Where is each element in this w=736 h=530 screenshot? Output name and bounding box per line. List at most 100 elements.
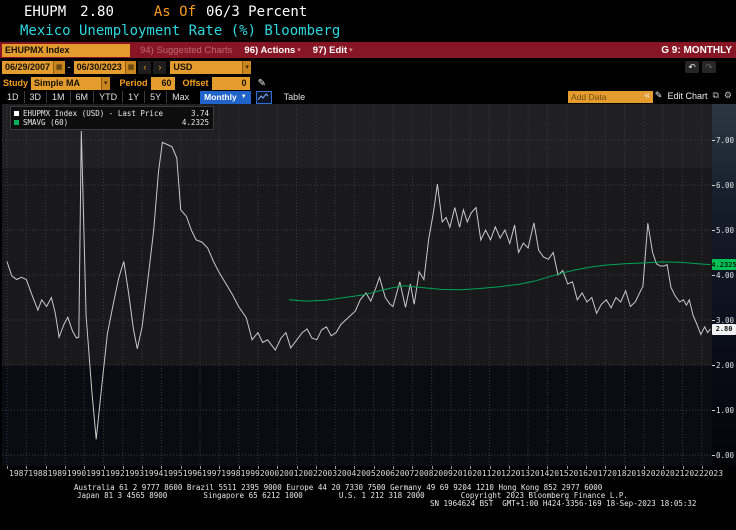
x-axis-year-label: 2020 — [646, 469, 665, 478]
security-input[interactable]: EHUPMX Index — [2, 44, 130, 57]
legend-value: 3.74 — [175, 109, 209, 118]
offset-label: Offset — [183, 78, 209, 88]
tick-mark — [663, 466, 664, 469]
ticker-price: 2.80 — [80, 4, 114, 20]
tick-mark — [316, 466, 317, 469]
chevron-right-icon[interactable]: › — [153, 61, 166, 74]
tick-mark — [277, 466, 278, 469]
date-range-separator: - — [68, 62, 71, 72]
tick-mark — [712, 320, 715, 321]
tick-mark — [123, 466, 124, 469]
y-axis-tick-label: 5.00 — [712, 226, 736, 235]
range-tab-1y[interactable]: 1Y — [123, 91, 145, 103]
pop-out-window-icon[interactable]: ⧉ — [712, 90, 718, 101]
x-axis-year-label: 2007 — [395, 469, 414, 478]
x-axis-year-label: 1995 — [163, 469, 182, 478]
line-chart-icon[interactable] — [256, 91, 272, 104]
tick-mark — [142, 466, 143, 469]
tick-mark — [26, 466, 27, 469]
range-tab-max[interactable]: Max — [167, 91, 194, 103]
tick-mark — [712, 455, 715, 456]
tick-mark — [470, 466, 471, 469]
x-axis-year-label: 1990 — [67, 469, 86, 478]
x-axis-year-label: 1988 — [28, 469, 47, 478]
legend-row: EHUPMX Index (USD) - Last Price 3.74 — [14, 109, 209, 118]
offset-input[interactable]: 0 — [212, 77, 250, 90]
x-axis-year-label: 2002 — [299, 469, 318, 478]
range-tab-3d[interactable]: 3D — [25, 91, 48, 103]
table-tab[interactable]: Table — [284, 92, 306, 102]
bloomberg-terminal-window: EHUPM2.80As Of06/3 Percent Mexico Unempl… — [0, 0, 736, 530]
undo-icon[interactable]: ↶ — [685, 61, 699, 73]
calendar-icon[interactable]: ▦ — [53, 61, 65, 74]
redo-icon[interactable]: ↷ — [702, 61, 716, 73]
x-axis-year-label: 2021 — [665, 469, 684, 478]
tick-mark — [702, 466, 703, 469]
as-of-value: 06/3 Percent — [206, 4, 307, 20]
date-from-input[interactable]: 06/29/2007 — [2, 61, 53, 74]
pencil-icon[interactable]: ✎ — [258, 78, 266, 89]
x-axis-year-label: 2004 — [337, 469, 356, 478]
date-to-input[interactable]: 06/30/2023 — [74, 61, 125, 74]
y-axis-tick-label: 1.00 — [712, 406, 736, 415]
chevron-left-icon[interactable]: ‹ — [138, 61, 151, 74]
x-axis-year-label: 2018 — [607, 469, 626, 478]
actions-menu[interactable]: 96) Actions — [244, 45, 295, 56]
x-axis-year-label: 2014 — [530, 469, 549, 478]
tick-mark — [239, 466, 240, 469]
dropdown-arrow-icon: ▼ — [241, 94, 247, 100]
tick-mark — [712, 185, 715, 186]
tick-mark — [354, 466, 355, 469]
command-bar: EHUPMX Index 94) Suggested Charts 96) Ac… — [0, 42, 736, 58]
x-axis-year-label: 1996 — [183, 469, 202, 478]
x-axis-year-label: 2011 — [472, 469, 491, 478]
dropdown-arrow-icon[interactable]: ▾ — [101, 77, 110, 90]
range-tab-5y[interactable]: 5Y — [145, 91, 167, 103]
page-title: Mexico Unemployment Rate (%) Bloomberg — [20, 23, 340, 39]
x-axis-year-label: 1997 — [202, 469, 221, 478]
edit-menu[interactable]: 97) Edit — [313, 45, 347, 56]
currency-select[interactable]: USD — [170, 61, 242, 74]
study-label: Study — [3, 78, 28, 88]
tick-mark — [509, 466, 510, 469]
suggested-charts-menu[interactable]: 94) Suggested Charts — [140, 45, 232, 56]
calendar-icon[interactable]: ▦ — [125, 61, 137, 74]
last-value-badge: 2.80 — [712, 324, 736, 335]
x-axis-year-label: 2001 — [279, 469, 298, 478]
tick-mark — [104, 466, 105, 469]
range-toolbar: 1D3D1M6MYTD1Y5YMax Monthly▼ Table Add Da… — [0, 90, 736, 104]
pencil-icon: ✎ — [655, 90, 663, 101]
tick-mark — [644, 466, 645, 469]
tick-mark — [374, 466, 375, 469]
legend-label: EHUPMX Index (USD) - Last Price — [23, 109, 175, 118]
chart-plot-area[interactable]: EHUPMX Index (USD) - Last Price 3.74 SMA… — [2, 104, 712, 466]
tick-mark — [7, 466, 8, 469]
study-select[interactable]: Simple MA — [31, 77, 101, 90]
range-tab-1d[interactable]: 1D — [2, 91, 25, 103]
footer-session-info: SN 1964624 BST GMT+1:00 H424-3356-169 18… — [430, 499, 696, 508]
collapse-icon[interactable]: « — [644, 90, 650, 101]
tick-mark — [432, 466, 433, 469]
legend-value: 4.2325 — [175, 118, 209, 127]
price-chart — [2, 104, 712, 466]
x-axis-year-label: 2019 — [627, 469, 646, 478]
tick-mark — [297, 466, 298, 469]
range-tab-6m[interactable]: 6M — [71, 91, 95, 103]
tick-mark — [586, 466, 587, 469]
x-axis-year-label: 1998 — [221, 469, 240, 478]
legend-row: SMAVG (60) 4.2325 — [14, 118, 209, 127]
as-of-label: As Of — [154, 4, 196, 20]
gear-icon[interactable]: ⚙ — [724, 90, 732, 101]
frequency-select[interactable]: Monthly▼ — [200, 91, 251, 104]
edit-chart-button[interactable]: Edit Chart — [667, 91, 707, 101]
range-tab-ytd[interactable]: YTD — [94, 91, 123, 103]
tick-mark — [712, 365, 715, 366]
tick-mark — [605, 466, 606, 469]
y-axis-tick-label: 0.00 — [712, 451, 736, 460]
x-axis-year-label: 2010 — [453, 469, 472, 478]
add-data-input[interactable]: Add Data — [568, 91, 653, 103]
dropdown-arrow-icon[interactable]: ▾ — [242, 61, 251, 74]
period-input[interactable]: 60 — [151, 77, 175, 90]
y-axis-tick-label: 4.00 — [712, 271, 736, 280]
range-tab-1m[interactable]: 1M — [47, 91, 71, 103]
